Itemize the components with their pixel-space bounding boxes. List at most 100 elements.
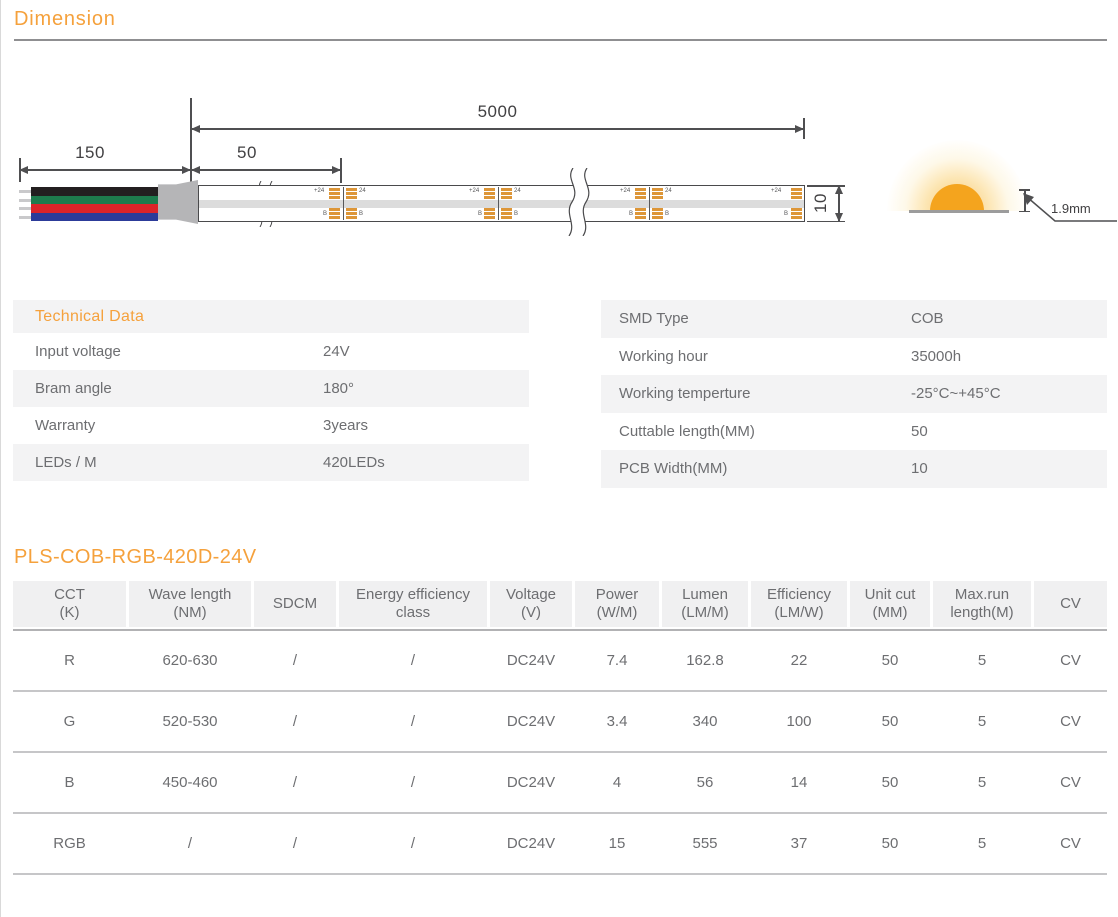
dim-150-label: 150: [19, 143, 161, 163]
pad-label: B: [665, 211, 669, 217]
pad-bars: [501, 188, 512, 200]
row-value: 24V: [323, 343, 350, 360]
spec-cell: /: [254, 814, 336, 873]
dim-10-arrow-up: [835, 185, 843, 194]
spec-cell: CV: [1034, 814, 1107, 873]
additional-data-table: SMD Type COB Working hour 35000h Working…: [601, 300, 1107, 488]
spec-cell: RGB: [13, 814, 126, 873]
spec-header-cell: CV: [1034, 581, 1107, 627]
spec-cell: R: [13, 631, 126, 690]
extension-line: [19, 158, 21, 182]
dim-5000-line: [191, 128, 804, 130]
spec-cell: /: [129, 814, 251, 873]
table-row: Working hour 35000h: [601, 338, 1107, 376]
pad-label: B: [359, 211, 363, 217]
dim-50-arrow-left: [191, 166, 200, 174]
dim-10-arrow-down: [835, 213, 843, 222]
spec-cell: 620-630: [129, 631, 251, 690]
strip-break: [557, 168, 599, 236]
row-value: 50: [911, 423, 928, 440]
extension-line: [803, 118, 805, 139]
led-strip: +24 24 B B +24 24 B B: [198, 185, 805, 222]
spec-cell: 50: [850, 753, 930, 812]
row-label: Working temperture: [619, 385, 911, 402]
row-label: LEDs / M: [35, 454, 323, 471]
pad-cut-line: [343, 187, 344, 220]
thickness-mark-cap: [1019, 189, 1030, 191]
lead-wire-cable: [31, 187, 158, 221]
spec-cell: 15: [575, 814, 659, 873]
spec-cell: /: [339, 631, 487, 690]
pad-label: +24: [469, 188, 479, 194]
spec-cell: 5: [933, 814, 1031, 873]
spec-cell: DC24V: [490, 753, 572, 812]
spec-header-cell: Unit cut(MM): [850, 581, 930, 627]
row-label: Bram angle: [35, 380, 323, 397]
spec-cell: 340: [662, 692, 748, 751]
pad-bars: [501, 208, 512, 220]
spec-cell: B: [13, 753, 126, 812]
spec-header-cell: Efficiency(LM/W): [751, 581, 847, 627]
technical-data-table: Technical Data Input voltage 24V Bram an…: [13, 300, 529, 481]
table-row: Working temperture -25°C~+45°C: [601, 375, 1107, 413]
dim-thickness-label: 1.9mm: [1051, 201, 1091, 216]
pad-cut-line: [649, 187, 650, 220]
spec-cell: /: [254, 753, 336, 812]
pad-bars: [791, 208, 802, 220]
row-value: -25°C~+45°C: [911, 385, 1001, 402]
table-row: Bram angle 180°: [13, 370, 529, 407]
spec-cell: 450-460: [129, 753, 251, 812]
dim-50-line: [191, 169, 341, 171]
pad-label: B: [514, 211, 518, 217]
pad-label: B: [478, 211, 482, 217]
dim-5000-arrow-left: [191, 125, 200, 133]
table-row: PCB Width(MM) 10: [601, 450, 1107, 488]
strip-connector: [158, 180, 198, 224]
pad-cut-line: [498, 187, 499, 220]
row-value: 10: [911, 460, 928, 477]
title-underline: [14, 39, 1107, 41]
pad-bars: [484, 188, 495, 200]
pad-label: 24: [514, 188, 521, 194]
spec-header-cell: Power(W/M): [575, 581, 659, 627]
spec-cell: 555: [662, 814, 748, 873]
spec-row-r: R 620-630 / / DC24V 7.4 162.8 22 50 5 CV: [13, 631, 1107, 692]
spec-cell: 14: [751, 753, 847, 812]
row-label: Cuttable length(MM): [619, 423, 911, 440]
spec-cell: 22: [751, 631, 847, 690]
table-row: Input voltage 24V: [13, 333, 529, 370]
spec-row-rgb: RGB / / / DC24V 15 555 37 50 5 CV: [13, 814, 1107, 875]
spec-table-body: R 620-630 / / DC24V 7.4 162.8 22 50 5 CV…: [13, 629, 1107, 875]
spec-sheet-page: Dimension 5000 150 50: [0, 0, 1118, 917]
spec-cell: 7.4: [575, 631, 659, 690]
table-row: SMD Type COB: [601, 300, 1107, 338]
technical-data-title: Technical Data: [13, 300, 529, 333]
solder-pad-group: +24 24 B B: [476, 186, 520, 221]
solder-pad-group-end: +24 B: [777, 186, 804, 221]
row-value: 180°: [323, 380, 354, 397]
row-label: Input voltage: [35, 343, 323, 360]
spec-table: CCT(K) Wave length(NM) SDCM Energy effic…: [13, 581, 1107, 875]
spec-header-cell: Voltage(V): [490, 581, 572, 627]
dim-50-label: 50: [191, 143, 303, 163]
spec-cell: /: [339, 753, 487, 812]
spec-header-cell: SDCM: [254, 581, 336, 627]
spec-header-row: CCT(K) Wave length(NM) SDCM Energy effic…: [13, 581, 1107, 627]
spec-cell: 5: [933, 753, 1031, 812]
spec-cell: CV: [1034, 753, 1107, 812]
pad-bars: [329, 208, 340, 220]
spec-cell: /: [254, 692, 336, 751]
pad-bars: [635, 208, 646, 220]
spec-header-cell: Energy efficiencyclass: [339, 581, 487, 627]
spec-header-cell: Wave length(NM): [129, 581, 251, 627]
spec-cell: 37: [751, 814, 847, 873]
spec-cell: /: [254, 631, 336, 690]
dim-5000-label: 5000: [191, 102, 804, 122]
pad-bars: [346, 188, 357, 200]
spec-cell: DC24V: [490, 692, 572, 751]
table-row: Warranty 3years: [13, 407, 529, 444]
row-value: 420LEDs: [323, 454, 385, 471]
wire-black: [31, 187, 158, 196]
spec-cell: 5: [933, 631, 1031, 690]
row-label: SMD Type: [619, 310, 911, 327]
